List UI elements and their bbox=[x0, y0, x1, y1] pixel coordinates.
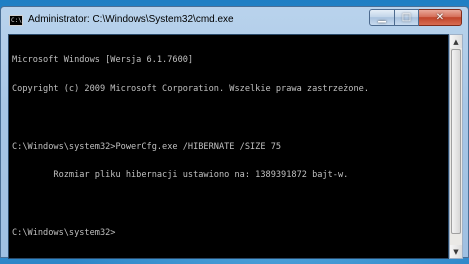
scroll-thumb[interactable] bbox=[451, 49, 461, 234]
scroll-up-button[interactable]: ▲ bbox=[450, 35, 462, 48]
console-prompt[interactable]: C:\Windows\system32> bbox=[12, 228, 445, 239]
arrow-down-icon: ▼ bbox=[453, 247, 459, 256]
maximize-icon: □ bbox=[401, 11, 412, 23]
console-output[interactable]: Microsoft Windows [Wersja 6.1.7600] Copy… bbox=[8, 34, 449, 259]
close-icon: ✕ bbox=[435, 11, 445, 23]
console-line: Copyright (c) 2009 Microsoft Corporation… bbox=[12, 83, 369, 94]
scroll-down-button[interactable]: ▼ bbox=[450, 245, 462, 258]
console-line: C:\Windows\system32>PowerCfg.exe /HIBERN… bbox=[12, 141, 282, 152]
arrow-up-icon: ▲ bbox=[453, 37, 459, 46]
minimize-icon: ▁ bbox=[378, 11, 386, 23]
window-controls: ▁ □ ✕ bbox=[369, 9, 462, 27]
console-line: Microsoft Windows [Wersja 6.1.7600] bbox=[12, 55, 194, 66]
maximize-button[interactable]: □ bbox=[395, 9, 419, 26]
close-button[interactable]: ✕ bbox=[419, 9, 462, 26]
minimize-button[interactable]: ▁ bbox=[369, 9, 395, 26]
cmd-icon[interactable]: C:\ bbox=[9, 15, 23, 26]
console-line: Rozmiar pliku hibernacji ustawiono na: 1… bbox=[12, 170, 349, 181]
cmd-window: C:\ Administrator: C:\Windows\System32\c… bbox=[0, 6, 469, 259]
window-title: Administrator: C:\Windows\System32\cmd.e… bbox=[28, 14, 234, 25]
vertical-scrollbar[interactable]: ▲ ▼ bbox=[449, 34, 463, 259]
title-bar[interactable]: C:\ Administrator: C:\Windows\System32\c… bbox=[1, 7, 468, 33]
